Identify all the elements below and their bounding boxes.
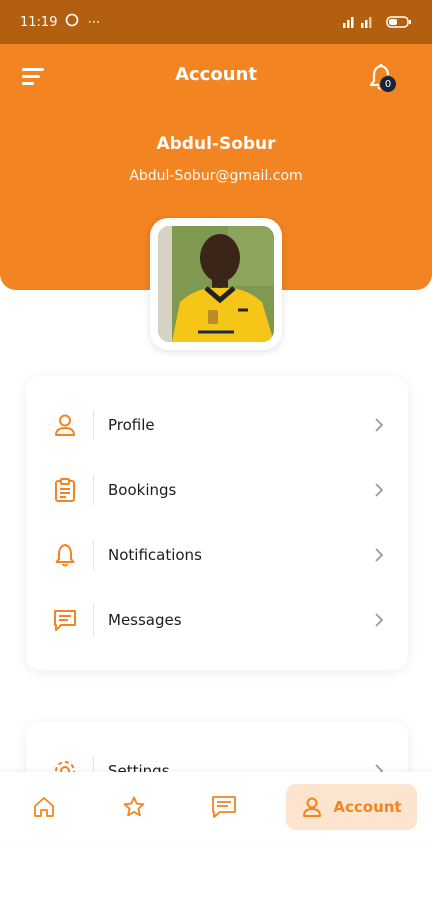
status-left: 11:19 ⋯ [20,13,100,31]
messages-row[interactable]: Messages [26,587,408,652]
nav-home[interactable] [22,784,66,830]
status-chat-icon [65,13,79,31]
battery-icon [386,15,412,29]
notifications-button[interactable]: 0 [368,62,400,96]
chevron-right-icon [375,547,384,562]
notification-badge: 0 [379,75,397,93]
star-icon [123,796,145,817]
person-icon [303,797,322,817]
status-time: 11:19 [20,14,58,30]
bottom-nav: Account [0,772,432,840]
person-icon [55,414,75,436]
account-menu-card: Profile Bookings Notifications Messages [26,376,408,670]
nav-account-label: Account [333,798,402,816]
row-divider [93,539,94,570]
profile-row[interactable]: Profile [26,392,408,457]
nav-messages[interactable] [202,784,246,830]
chevron-right-icon [375,482,384,497]
user-email: Abdul-Sobur@gmail.com [129,168,303,184]
chevron-right-icon [375,417,384,432]
status-overflow: ⋯ [87,14,101,30]
status-right [342,15,412,29]
row-divider [93,604,94,635]
bell-icon [55,543,75,566]
chevron-right-icon [375,612,384,627]
nav-favorites[interactable] [112,784,156,830]
home-icon [34,797,54,817]
bookings-label: Bookings [108,480,177,499]
row-divider [93,409,94,440]
signal-icon [342,15,380,29]
nav-account[interactable]: Account [286,784,417,830]
messages-label: Messages [108,610,182,629]
user-name: Abdul-Sobur [156,134,276,154]
message-icon [212,796,236,818]
status-bar: 11:19 ⋯ [0,0,432,44]
notifications-row[interactable]: Notifications [26,522,408,587]
clipboard-icon [55,477,75,502]
avatar [158,226,274,342]
message-icon [54,609,76,631]
notifications-label: Notifications [108,545,202,564]
bookings-row[interactable]: Bookings [26,457,408,522]
avatar-frame[interactable] [150,218,282,350]
profile-label: Profile [108,415,155,434]
row-divider [93,474,94,505]
